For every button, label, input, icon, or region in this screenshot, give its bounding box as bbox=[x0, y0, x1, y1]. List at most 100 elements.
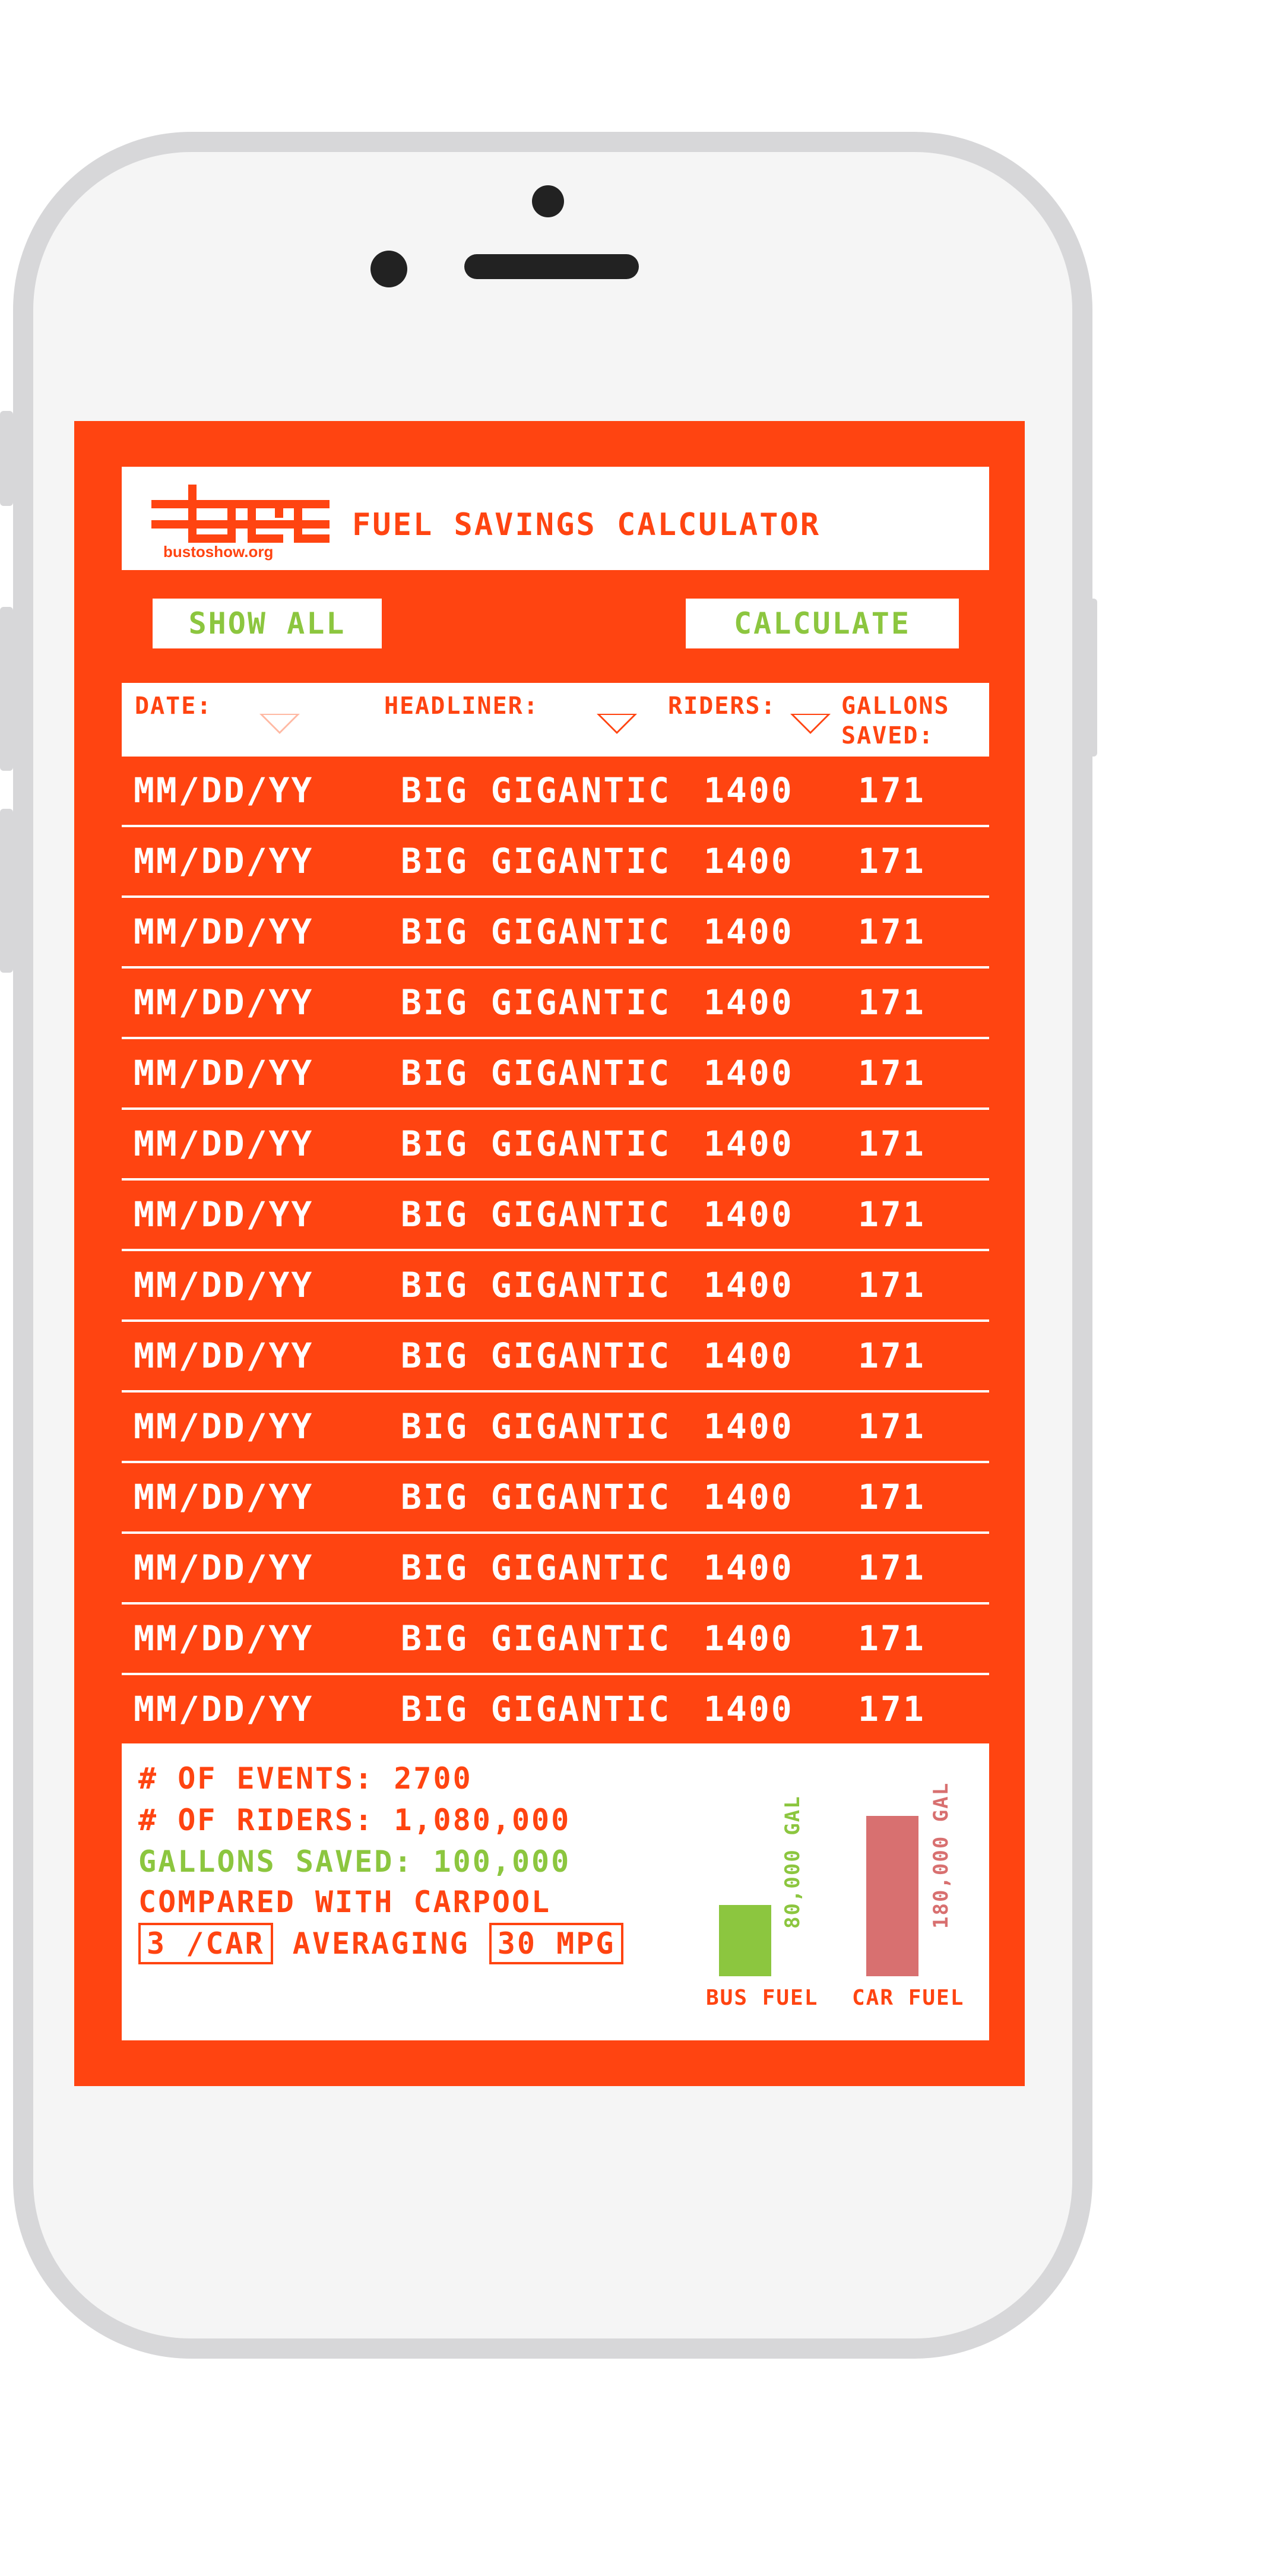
cell-headliner: BIG GIGANTIC bbox=[401, 1618, 671, 1659]
bus-fuel-value-label: 80,000 GAL bbox=[781, 1795, 804, 1929]
column-header-headliner[interactable]: HEADLINER: bbox=[384, 691, 539, 721]
cell-gallons: 171 bbox=[858, 982, 926, 1023]
cell-riders: 1400 bbox=[704, 841, 794, 881]
column-header-gallons[interactable]: GALLONS SAVED: bbox=[841, 691, 984, 751]
table-row[interactable]: MM/DD/YY BIG GIGANTIC 1400 171 bbox=[122, 1675, 989, 1746]
app-screen: bustoshow.org FUEL SAVINGS CALCULATOR SH… bbox=[74, 421, 1025, 2086]
phone-side-button-left-2 bbox=[0, 607, 13, 771]
cell-headliner: BIG GIGANTIC bbox=[401, 1477, 671, 1517]
cell-date: MM/DD/YY bbox=[134, 1124, 314, 1164]
cell-riders: 1400 bbox=[704, 1053, 794, 1093]
cell-gallons: 171 bbox=[858, 1124, 926, 1164]
sort-riders-icon-inner bbox=[794, 715, 827, 732]
cell-headliner: BIG GIGANTIC bbox=[401, 1194, 671, 1235]
logo-url: bustoshow.org bbox=[163, 543, 274, 561]
column-header-riders[interactable]: RIDERS: bbox=[668, 691, 777, 721]
cell-headliner: BIG GIGANTIC bbox=[401, 1265, 671, 1305]
cell-headliner: BIG GIGANTIC bbox=[401, 1689, 671, 1729]
bus-fuel-bar bbox=[719, 1905, 771, 1976]
cell-gallons: 171 bbox=[858, 1477, 926, 1517]
cell-date: MM/DD/YY bbox=[134, 1336, 314, 1376]
cell-riders: 1400 bbox=[704, 1194, 794, 1235]
mpg-field[interactable]: 30 MPG bbox=[489, 1923, 624, 1964]
cell-gallons: 171 bbox=[858, 1618, 926, 1659]
cell-riders: 1400 bbox=[704, 982, 794, 1023]
table-row[interactable]: MM/DD/YY BIG GIGANTIC 1400 171 bbox=[122, 1534, 989, 1605]
cell-riders: 1400 bbox=[704, 1477, 794, 1517]
phone-side-button-left-3 bbox=[0, 809, 13, 973]
averaging-label: AVERAGING bbox=[292, 1926, 470, 1961]
table-row[interactable]: MM/DD/YY BIG GIGANTIC 1400 171 bbox=[122, 827, 989, 898]
cell-riders: 1400 bbox=[704, 1336, 794, 1376]
sort-headliner-icon-inner bbox=[600, 715, 634, 732]
cell-gallons: 171 bbox=[858, 1336, 926, 1376]
cell-riders: 1400 bbox=[704, 770, 794, 811]
front-camera-icon bbox=[532, 185, 564, 217]
cell-date: MM/DD/YY bbox=[134, 1618, 314, 1659]
cell-date: MM/DD/YY bbox=[134, 1265, 314, 1305]
cell-riders: 1400 bbox=[704, 912, 794, 952]
cell-gallons: 171 bbox=[858, 1265, 926, 1305]
show-all-button[interactable]: SHOW ALL bbox=[153, 599, 382, 648]
table-row[interactable]: MM/DD/YY BIG GIGANTIC 1400 171 bbox=[122, 1463, 989, 1534]
cell-date: MM/DD/YY bbox=[134, 841, 314, 881]
phone-side-button-left-1 bbox=[0, 411, 13, 506]
table-row[interactable]: MM/DD/YY BIG GIGANTIC 1400 171 bbox=[122, 1110, 989, 1181]
riders-per-car-field[interactable]: 3 /CAR bbox=[138, 1923, 273, 1964]
car-fuel-label: CAR FUEL bbox=[852, 1986, 965, 2010]
table-row[interactable]: MM/DD/YY BIG GIGANTIC 1400 171 bbox=[122, 1039, 989, 1110]
sort-date-icon-inner bbox=[263, 715, 296, 732]
table-header: DATE: HEADLINER: RIDERS: GALLONS SAVED: bbox=[122, 683, 989, 757]
summary-panel: # OF EVENTS: 2700 # OF RIDERS: 1,080,000… bbox=[122, 1745, 989, 2040]
cell-date: MM/DD/YY bbox=[134, 1194, 314, 1235]
cell-headliner: BIG GIGANTIC bbox=[401, 1406, 671, 1447]
calculator-panel: bustoshow.org FUEL SAVINGS CALCULATOR SH… bbox=[122, 467, 989, 2040]
app-header: bustoshow.org FUEL SAVINGS CALCULATOR bbox=[122, 467, 989, 570]
cell-gallons: 171 bbox=[858, 1548, 926, 1588]
cell-riders: 1400 bbox=[704, 1618, 794, 1659]
cell-gallons: 171 bbox=[858, 1406, 926, 1447]
cell-gallons: 171 bbox=[858, 1194, 926, 1235]
cell-gallons: 171 bbox=[858, 841, 926, 881]
cell-riders: 1400 bbox=[704, 1406, 794, 1447]
cell-riders: 1400 bbox=[704, 1689, 794, 1729]
page-title: FUEL SAVINGS CALCULATOR bbox=[352, 507, 821, 543]
table-row[interactable]: MM/DD/YY BIG GIGANTIC 1400 171 bbox=[122, 1322, 989, 1393]
cell-gallons: 171 bbox=[858, 1053, 926, 1093]
cell-gallons: 171 bbox=[858, 912, 926, 952]
earpiece-speaker-icon bbox=[464, 254, 639, 279]
riders-count: # OF RIDERS: 1,080,000 bbox=[138, 1803, 571, 1837]
calculate-button[interactable]: CALCULATE bbox=[686, 599, 959, 648]
column-header-date[interactable]: DATE: bbox=[135, 691, 212, 721]
bus-fuel-label: BUS FUEL bbox=[706, 1986, 819, 2010]
cell-date: MM/DD/YY bbox=[134, 1689, 314, 1729]
cell-date: MM/DD/YY bbox=[134, 982, 314, 1023]
cell-riders: 1400 bbox=[704, 1124, 794, 1164]
table-row[interactable]: MM/DD/YY BIG GIGANTIC 1400 171 bbox=[122, 757, 989, 827]
events-count: # OF EVENTS: 2700 bbox=[138, 1761, 473, 1796]
cell-headliner: BIG GIGANTIC bbox=[401, 1336, 671, 1376]
cell-headliner: BIG GIGANTIC bbox=[401, 1124, 671, 1164]
table-row[interactable]: MM/DD/YY BIG GIGANTIC 1400 171 bbox=[122, 1181, 989, 1251]
cell-date: MM/DD/YY bbox=[134, 1406, 314, 1447]
car-fuel-bar bbox=[866, 1816, 918, 1976]
cell-date: MM/DD/YY bbox=[134, 770, 314, 811]
table-row[interactable]: MM/DD/YY BIG GIGANTIC 1400 171 bbox=[122, 1605, 989, 1675]
table-row[interactable]: MM/DD/YY BIG GIGANTIC 1400 171 bbox=[122, 898, 989, 969]
cell-headliner: BIG GIGANTIC bbox=[401, 982, 671, 1023]
toolbar: SHOW ALL CALCULATE bbox=[122, 570, 989, 683]
car-fuel-value-label: 180,000 GAL bbox=[929, 1781, 953, 1929]
cell-gallons: 171 bbox=[858, 770, 926, 811]
table-row[interactable]: MM/DD/YY BIG GIGANTIC 1400 171 bbox=[122, 969, 989, 1039]
cell-headliner: BIG GIGANTIC bbox=[401, 1053, 671, 1093]
table-row[interactable]: MM/DD/YY BIG GIGANTIC 1400 171 bbox=[122, 1393, 989, 1463]
proximity-sensor-icon bbox=[370, 251, 407, 287]
cell-headliner: BIG GIGANTIC bbox=[401, 770, 671, 811]
carpool-settings: 3 /CAR AVERAGING 30 MPG bbox=[138, 1923, 624, 1964]
cell-date: MM/DD/YY bbox=[134, 912, 314, 952]
table-row[interactable]: MM/DD/YY BIG GIGANTIC 1400 171 bbox=[122, 1251, 989, 1322]
events-table: MM/DD/YY BIG GIGANTIC 1400 171 MM/DD/YY BIG … bbox=[122, 757, 989, 1746]
cell-headliner: BIG GIGANTIC bbox=[401, 912, 671, 952]
cell-headliner: BIG GIGANTIC bbox=[401, 1548, 671, 1588]
cell-riders: 1400 bbox=[704, 1548, 794, 1588]
